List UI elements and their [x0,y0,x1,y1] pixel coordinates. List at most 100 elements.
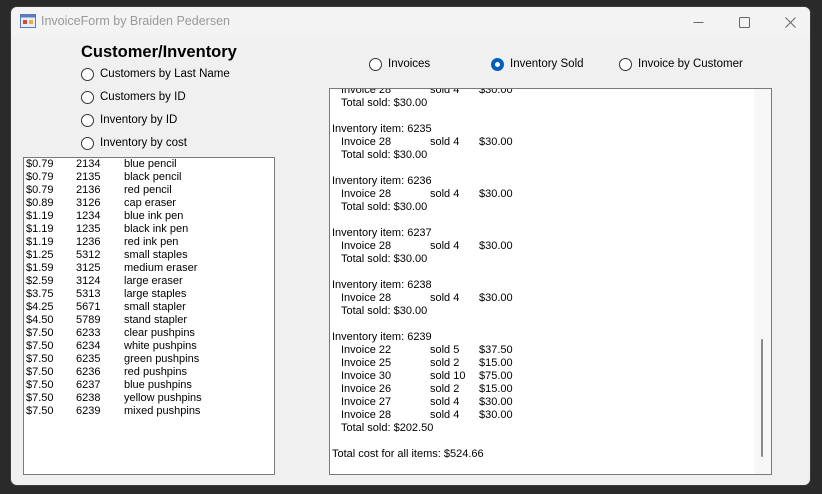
list-item[interactable]: $7.50 6237 blue pushpins [24,379,274,392]
item-id: 1234 [76,210,101,222]
item-id: 3126 [76,197,101,209]
list-item[interactable]: $7.50 6238 yellow pushpins [24,392,274,405]
item-cost: $7.50 [26,392,54,404]
list-item[interactable]: $7.50 6234 white pushpins [24,340,274,353]
radio-circle [491,57,504,71]
line-amount: $30.00 [479,396,513,408]
list-item[interactable]: $1.25 5312 small staples [24,249,274,262]
item-id: 1236 [76,236,101,248]
list-item[interactable]: $7.50 6235 green pushpins [24,353,274,366]
invoice-label: Invoice 26 [341,383,392,395]
sold-quantity: sold 4 [430,240,460,252]
title-bar[interactable]: InvoiceForm by Braiden Pedersen [11,7,810,37]
total-sold: Total sold: $30.00 [341,149,428,161]
sold-quantity: sold 2 [430,357,460,369]
app-form-icon [20,14,36,28]
vertical-scrollbar[interactable] [754,89,771,474]
item-id: 6236 [76,366,101,378]
radio-invoices[interactable]: Invoices [369,56,430,72]
item-cost: $1.59 [26,262,54,274]
list-item[interactable]: $1.59 3125 medium eraser [24,262,274,275]
item-name: blue pushpins [124,379,192,391]
list-item[interactable]: $2.59 3124 large eraser [24,275,274,288]
report-line: Invoice 28 sold 4 $30.00 [332,136,756,149]
invoice-label: Invoice 28 [341,240,392,252]
close-button[interactable] [767,7,810,37]
item-name: red ink pen [124,236,179,248]
total-sold: Total sold: $30.00 [341,97,428,109]
report-content: Invoice 28 sold 4 $30.00 Total sold: $30… [332,89,756,461]
list-item[interactable]: $7.50 6239 mixed pushpins [24,405,274,418]
item-id: 2134 [76,158,101,170]
item-id: 6238 [76,392,101,404]
item-name: green pushpins [124,353,200,365]
line-amount: $15.00 [479,357,513,369]
radio-circle [81,136,94,150]
item-cost: $7.50 [26,340,54,352]
list-item[interactable]: $1.19 1236 red ink pen [24,236,274,249]
radio-customers-by-last-name[interactable]: Customers by Last Name [81,66,230,82]
list-item[interactable]: $3.75 5313 large staples [24,288,274,301]
invoice-label: Invoice 28 [341,409,392,421]
radio-label: Invoices [388,58,431,70]
list-item[interactable]: $4.25 5671 small stapler [24,301,274,314]
inventory-item-label: Inventory item: 6237 [332,227,432,239]
sold-quantity: sold 4 [430,136,460,148]
invoice-label: Invoice 27 [341,396,392,408]
list-item[interactable]: $0.79 2134 blue pencil [24,158,274,171]
report-line: Invoice 30 sold 10 $75.00 [332,370,756,383]
item-cost: $4.50 [26,314,54,326]
line-amount: $30.00 [479,188,513,200]
sold-quantity: sold 4 [430,409,460,421]
item-cost: $4.25 [26,301,54,313]
maximize-button[interactable] [721,7,767,37]
list-item[interactable]: $7.50 6233 clear pushpins [24,327,274,340]
minimize-icon [693,21,703,23]
radio-circle [81,90,94,104]
list-item[interactable]: $0.89 3126 cap eraser [24,197,274,210]
item-cost: $1.25 [26,249,54,261]
radio-inventory-sold[interactable]: Inventory Sold [491,56,584,72]
line-amount: $37.50 [479,344,513,356]
item-name: red pushpins [124,366,187,378]
radio-invoice-by-customer[interactable]: Invoice by Customer [619,56,743,72]
item-name: stand stapler [124,314,187,326]
invoice-label: Invoice 22 [341,344,392,356]
radio-inventory-by-cost[interactable]: Inventory by cost [81,135,187,151]
item-name: yellow pushpins [124,392,202,404]
report-total-line: Total sold: $202.50 [332,422,756,435]
radio-circle [81,113,94,127]
inventory-listbox[interactable]: $0.79 2134 blue pencil $0.79 2135 black penci… [23,157,275,475]
item-name: red pencil [124,184,172,196]
report-textbox[interactable]: Invoice 28 sold 4 $30.00 Total sold: $30… [329,88,772,475]
item-id: 3125 [76,262,101,274]
close-icon [784,16,796,28]
radio-circle [619,57,632,71]
list-item[interactable]: $0.79 2135 black pencil [24,171,274,184]
radio-label: Customers by Last Name [100,68,230,80]
item-id: 5312 [76,249,101,261]
list-item[interactable]: $7.50 6236 red pushpins [24,366,274,379]
radio-label: Inventory by ID [100,114,178,126]
inventory-item-header: Inventory item: 6236 [332,175,756,188]
radio-circle [369,57,382,71]
item-id: 6233 [76,327,101,339]
list-item[interactable]: $4.50 5789 stand stapler [24,314,274,327]
total-sold: Total sold: $30.00 [341,201,428,213]
item-cost: $7.50 [26,366,54,378]
sold-quantity: sold 4 [430,396,460,408]
radio-inventory-by-id[interactable]: Inventory by ID [81,112,177,128]
list-item[interactable]: $0.79 2136 red pencil [24,184,274,197]
list-item[interactable]: $1.19 1235 black ink pen [24,223,274,236]
report-line: Invoice 26 sold 2 $15.00 [332,383,756,396]
inventory-item-header: Inventory item: 6235 [332,123,756,136]
scrollbar-thumb[interactable] [761,339,763,457]
item-name: large staples [124,288,187,300]
list-item[interactable]: $1.19 1234 blue ink pen [24,210,274,223]
sold-quantity: sold 5 [430,344,460,356]
radio-customers-by-id[interactable]: Customers by ID [81,89,186,105]
minimize-button[interactable] [675,7,721,37]
item-name: large eraser [124,275,183,287]
window-title: InvoiceForm by Braiden Pedersen [41,14,230,28]
report-line: Invoice 28 sold 4 $30.00 [332,240,756,253]
